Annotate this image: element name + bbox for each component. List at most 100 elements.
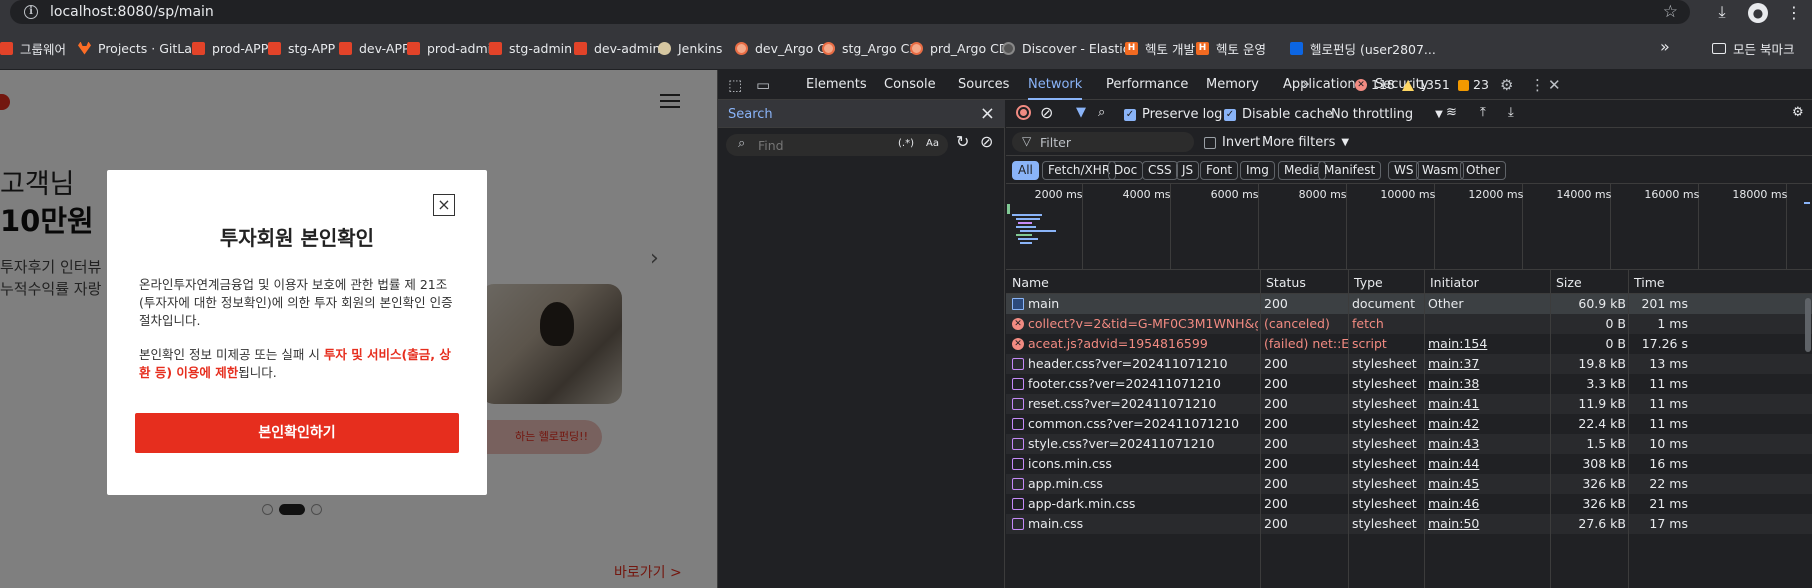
regex-toggle[interactable]: (.*) — [898, 138, 914, 149]
device-toolbar-icon[interactable]: ▭ — [756, 76, 770, 94]
request-row[interactable]: ✕ collect?v=2&tid=G-MF0C3M1WNH&gtm... (can… — [1006, 314, 1812, 334]
network-overview-timeline[interactable]: 2000 ms 4000 ms 6000 ms 8000 ms 10000 ms 1200… — [1006, 184, 1812, 270]
preserve-log-checkbox[interactable]: ✓ Preserve log — [1124, 107, 1222, 122]
column-header-size[interactable]: Size — [1556, 275, 1582, 290]
tab-elements[interactable]: Elements — [806, 70, 867, 100]
bookmark-item[interactable]: Discover - Elastic — [1002, 39, 1130, 57]
column-header-name[interactable]: Name — [1012, 275, 1049, 290]
type-filter-wasm[interactable]: Wasm — [1416, 161, 1465, 180]
request-row[interactable]: app-dark.min.css 200 stylesheet main:46 326 … — [1006, 494, 1812, 514]
more-filters-dropdown[interactable]: More filters ▼ — [1262, 135, 1349, 150]
type-filter-css[interactable]: CSS — [1142, 161, 1178, 180]
request-initiator[interactable]: main:37 — [1428, 356, 1548, 371]
profile-icon[interactable]: ● — [1740, 2, 1776, 23]
column-separator[interactable] — [1424, 270, 1425, 588]
match-case-toggle[interactable]: Aa — [926, 138, 939, 149]
request-initiator[interactable]: main:50 — [1428, 516, 1548, 531]
bookmark-item[interactable]: stg-APP — [268, 39, 335, 57]
download-icon[interactable]: ⤓ — [1704, 2, 1740, 22]
search-find-box[interactable]: ⌕ (.*) Aa — [726, 134, 948, 156]
inspect-element-icon[interactable]: ⬚ — [728, 76, 742, 94]
request-row[interactable]: footer.css?ver=202411071210 200 stylesheet… — [1006, 374, 1812, 394]
bookmark-item[interactable]: 헬로펀딩 (user2807... — [1290, 39, 1436, 57]
tab-memory[interactable]: Memory — [1206, 70, 1259, 100]
bookmark-item[interactable]: 그룹웨어 — [0, 39, 66, 57]
bookmark-item[interactable]: Jenkins — [658, 39, 722, 57]
column-header-type[interactable]: Type — [1354, 275, 1383, 290]
column-separator[interactable] — [1550, 270, 1551, 588]
request-row[interactable]: ✕ aceat.js?advid=1954816599 (failed) net::… — [1006, 334, 1812, 354]
all-bookmarks-folder[interactable]: 모든 북마크 — [1712, 39, 1794, 58]
type-filter-fetchxhr[interactable]: Fetch/XHR — [1042, 161, 1117, 180]
type-filter-other[interactable]: Other — [1460, 161, 1507, 180]
request-list-scrollbar[interactable] — [1803, 294, 1812, 434]
settings-gear-icon[interactable]: ⚙ — [1500, 76, 1513, 94]
network-search-icon[interactable]: ⌕ — [1098, 105, 1105, 120]
request-initiator[interactable]: main:45 — [1428, 476, 1548, 491]
bookmark-item[interactable]: prd_Argo CD — [910, 39, 1008, 57]
record-button[interactable] — [1016, 105, 1031, 120]
column-separator[interactable] — [1348, 270, 1349, 588]
devtools-menu-icon[interactable]: ⋮ — [1530, 76, 1545, 94]
column-separator[interactable] — [1260, 270, 1261, 588]
column-header-status[interactable]: Status — [1266, 275, 1306, 290]
bookmarks-overflow-icon[interactable]: » — [1660, 37, 1670, 56]
search-input[interactable] — [758, 138, 878, 153]
tab-network[interactable]: Network — [1028, 70, 1083, 100]
import-har-icon[interactable]: ⤒ — [1480, 105, 1486, 120]
error-count[interactable]: ✕ 118 — [1355, 70, 1395, 100]
invert-checkbox[interactable]: Invert — [1204, 135, 1260, 150]
clear-search-icon[interactable]: ⊘ — [980, 132, 993, 151]
request-row[interactable]: style.css?ver=202411071210 200 stylesheet m… — [1006, 434, 1812, 454]
bookmark-star-icon[interactable]: ☆ — [1663, 2, 1678, 22]
request-row[interactable]: icons.min.css 200 stylesheet main:44 308 kB 1… — [1006, 454, 1812, 474]
bookmark-item[interactable]: Projects · GitLab — [78, 39, 200, 57]
request-row[interactable]: common.css?ver=202411071210 200 stylesheet… — [1006, 414, 1812, 434]
bookmark-item[interactable]: dev_Argo CD — [735, 39, 836, 57]
column-header-initiator[interactable]: Initiator — [1430, 275, 1479, 290]
bookmark-item[interactable]: prod-APP — [192, 39, 268, 57]
bookmark-item[interactable]: H 헥토 개발 — [1125, 39, 1195, 57]
info-count[interactable]: 23 — [1458, 70, 1489, 100]
type-filter-doc[interactable]: Doc — [1108, 161, 1144, 180]
request-row[interactable]: main.css 200 stylesheet main:50 27.6 kB 17 ms — [1006, 514, 1812, 534]
search-close-icon[interactable]: × — [980, 103, 995, 124]
tab-sources[interactable]: Sources — [958, 70, 1009, 100]
network-conditions-icon[interactable]: ≋ — [1446, 105, 1457, 120]
network-settings-icon[interactable]: ⚙ — [1792, 105, 1804, 120]
request-initiator[interactable]: main:42 — [1428, 416, 1548, 431]
address-bar[interactable]: i localhost:8080/sp/main ☆ — [10, 0, 1690, 24]
clear-log-icon[interactable]: ⊘ — [1040, 103, 1053, 122]
tab-performance[interactable]: Performance — [1106, 70, 1188, 100]
tab-console[interactable]: Console — [884, 70, 936, 100]
type-filter-font[interactable]: Font — [1200, 161, 1239, 180]
type-filter-img[interactable]: Img — [1240, 161, 1275, 180]
type-filter-js[interactable]: JS — [1176, 161, 1200, 180]
bookmark-item[interactable]: prod-admin — [407, 39, 499, 57]
type-filter-ws[interactable]: WS — [1388, 161, 1420, 180]
request-row[interactable]: reset.css?ver=202411071210 200 stylesheet m… — [1006, 394, 1812, 414]
export-har-icon[interactable]: ⤓ — [1508, 105, 1514, 120]
request-initiator[interactable]: main:154 — [1428, 336, 1548, 351]
devtools-close-icon[interactable]: ✕ — [1548, 76, 1561, 94]
throttling-select[interactable]: No throttling ▼ — [1331, 107, 1443, 122]
warning-count[interactable]: 1351 — [1402, 70, 1450, 100]
filter-funnel-icon[interactable]: ▼ — [1076, 105, 1086, 120]
site-info-icon[interactable]: i — [24, 5, 38, 19]
request-initiator[interactable]: main:44 — [1428, 456, 1548, 471]
browser-menu-icon[interactable]: ⋮ — [1776, 3, 1812, 22]
type-filter-manifest[interactable]: Manifest — [1318, 161, 1382, 180]
search-panel-title[interactable]: Search — [728, 107, 773, 122]
bookmark-item[interactable]: dev-admin — [574, 39, 660, 57]
bookmark-item[interactable]: stg-admin — [489, 39, 572, 57]
filter-input[interactable]: ▽ Filter — [1012, 132, 1194, 152]
modal-close-button[interactable]: × — [433, 194, 455, 216]
verify-identity-button[interactable]: 본인확인하기 — [135, 413, 459, 453]
column-separator[interactable] — [1628, 270, 1629, 588]
request-initiator[interactable]: main:46 — [1428, 496, 1548, 511]
type-filter-all[interactable]: All — [1012, 161, 1039, 180]
request-row[interactable]: app.min.css 200 stylesheet main:45 326 kB 22 … — [1006, 474, 1812, 494]
request-initiator[interactable]: main:43 — [1428, 436, 1548, 451]
column-header-time[interactable]: Time — [1634, 275, 1665, 290]
bookmark-item[interactable]: stg_Argo CD — [822, 39, 919, 57]
